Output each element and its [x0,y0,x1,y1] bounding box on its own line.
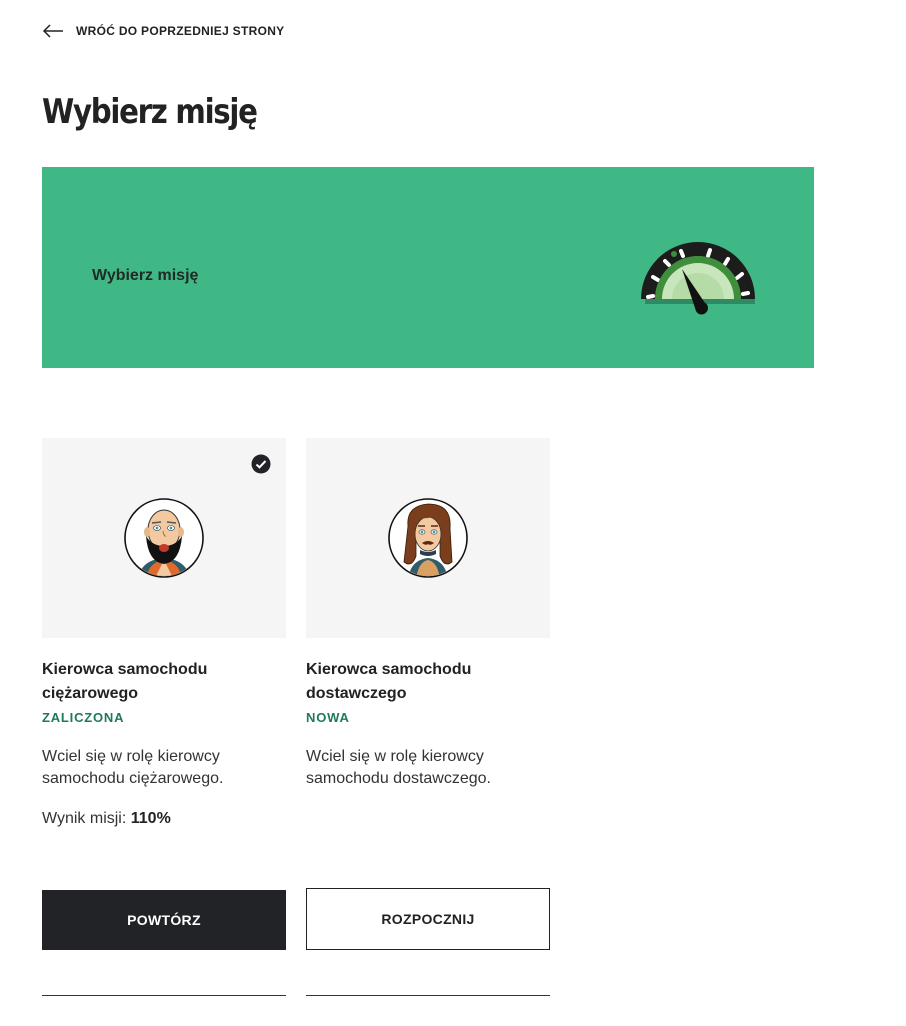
mission-card: Kierowca samochodu ciężarowego ZALICZONA… [42,438,286,996]
check-circle-icon [251,454,271,474]
mission-status-badge: ZALICZONA [42,710,125,725]
repeat-mission-button[interactable]: POWTÓRZ [42,890,286,950]
mission-description: Wciel się w rolę kierowcy samochodu cięż… [42,748,224,787]
divider [306,995,550,996]
page-title: Wybierz misję [42,92,258,132]
mission-score-value: 110% [130,810,171,827]
bald-bearded-driver-avatar [124,498,204,578]
mission-status-badge: NOWA [306,710,350,725]
start-mission-button[interactable]: ROZPOCZNIJ [306,888,550,950]
mission-score: Wynik misji: 110% [42,810,171,828]
mission-card: Kierowca samochodu dostawczego NOWA Wcie… [306,438,550,996]
mission-card-image [42,438,286,638]
back-link-label: WRÓĆ DO POPRZEDNIEJ STRONY [76,24,285,38]
mission-banner: Wybierz misję [42,167,814,368]
mission-score-label: Wynik misji: [42,810,127,827]
divider [42,995,286,996]
mission-description: Wciel się w rolę kierowcy samochodu dost… [306,748,491,787]
speedometer-icon [634,235,764,330]
mission-title: Kierowca samochodu ciężarowego [42,661,208,702]
back-link[interactable]: WRÓĆ DO POPRZEDNIEJ STRONY [42,20,284,42]
mission-title: Kierowca samochodu dostawczego [306,661,472,702]
mission-card-image [306,438,550,638]
banner-text: Wybierz misję [92,267,199,284]
arrow-left-icon [42,24,64,38]
long-haired-driver-avatar [388,498,468,578]
